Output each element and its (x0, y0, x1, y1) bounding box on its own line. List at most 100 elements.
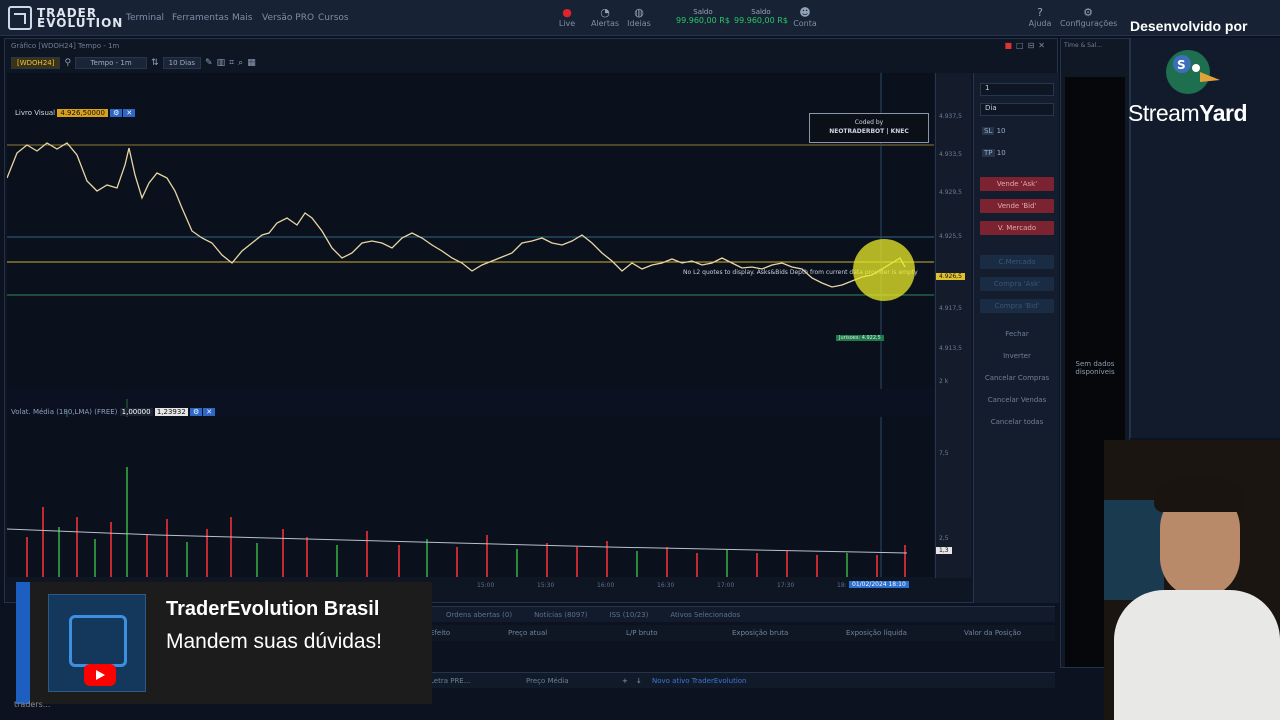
settings-label: Configurações (1060, 19, 1118, 28)
y2-tick: 2,5 (939, 535, 949, 542)
chart-type-icon[interactable]: ⇅ (151, 58, 159, 68)
webcam-feed (1104, 440, 1280, 720)
buy-ask-button[interactable]: Compra 'Ask' (980, 277, 1054, 291)
tp-field[interactable]: TP 10 (982, 149, 1006, 157)
balance-1-label: Saldo (693, 8, 713, 16)
live-label: Live (558, 19, 576, 28)
col-header[interactable]: Efeito (430, 625, 450, 641)
indicators-icon[interactable]: ▥ (217, 58, 226, 68)
col-header[interactable]: Valor da Posição (964, 625, 1021, 641)
buy-bid-button[interactable]: Compra 'Bid' (980, 299, 1054, 313)
bell-icon: ◔ (600, 6, 610, 19)
positions-header: Efeito Preço atual L/P bruto Exposição b… (430, 625, 1055, 641)
new-asset-link[interactable]: Novo ativo TraderEvolution (652, 673, 746, 689)
zoom-icon[interactable]: ⌕ (238, 58, 243, 68)
reverse-button[interactable]: Inverter (980, 349, 1054, 363)
x-tick: 16:00 (597, 582, 615, 589)
livro-label: Livro Visual (15, 109, 56, 117)
volatility-plot[interactable] (6, 417, 934, 577)
sl-field[interactable]: SL 10 (982, 127, 1006, 135)
sell-market-button[interactable]: V. Mercado (980, 221, 1054, 235)
add-icon[interactable]: + (622, 673, 628, 689)
livro-visual[interactable]: Livro Visual 4.926,50000 ⚙ ✕ (15, 109, 136, 117)
quantity-stepper[interactable]: 1 (980, 83, 1054, 96)
settings-button[interactable]: ⚙ Configurações (1060, 6, 1118, 28)
tab-news[interactable]: Notícias (8097) (534, 607, 587, 622)
no-data-message: Sem dados disponíveis (1075, 360, 1115, 376)
price-plot[interactable]: Livro Visual 4.926,50000 ⚙ ✕ Coded by NEOT… (6, 73, 934, 439)
live-button[interactable]: ● Live (552, 6, 582, 28)
indicator-legend[interactable]: Volat. Média (180,LMA) (FREE) 1,00000 1,… (11, 408, 216, 416)
draw-icon[interactable]: ✎ (205, 58, 213, 68)
sell-ask-button[interactable]: Vende 'Ask' (980, 177, 1054, 191)
overlay-accent (16, 582, 30, 704)
nav-cursos[interactable]: Cursos (318, 13, 349, 23)
top-bar: TRADER EVOLUTION Terminal Ferramentas Mai… (0, 0, 1280, 36)
help-button[interactable]: ? Ajuda (1025, 6, 1055, 28)
layout-icon[interactable]: ▦ (247, 58, 256, 68)
user-icon: ☻ (799, 6, 811, 19)
account-button[interactable]: ☻ Conta (790, 6, 820, 28)
channel-logo-icon (69, 615, 127, 667)
far-right-panel (1130, 38, 1280, 438)
col-header[interactable]: Preço atual (508, 625, 547, 641)
sl-value: 10 (996, 127, 1006, 135)
price-tag: 4.926,5 (936, 273, 965, 280)
link-icon[interactable]: ⚲ (64, 58, 71, 68)
gear-icon: ⚙ (1083, 6, 1093, 19)
col-header[interactable]: Exposição líquida (846, 625, 907, 641)
sell-bid-button[interactable]: Vende 'Bid' (980, 199, 1054, 213)
nav-mais[interactable]: Mais (232, 13, 252, 23)
close-icon: ✕ (1038, 41, 1049, 50)
balance-2: Saldo 99.960,00 R$ (734, 8, 788, 25)
balance-2-label: Saldo (751, 8, 771, 16)
ideas-button[interactable]: ◍ Ideias (624, 6, 654, 28)
window-controls[interactable]: ■□⊟✕ (1004, 41, 1049, 50)
buy-market-button[interactable]: C.Mercado (980, 255, 1054, 269)
youtube-play-icon[interactable] (84, 664, 116, 686)
price-series (6, 142, 906, 288)
coded-by-box: Coded by NEOTRADERBOT | KNEC (809, 113, 929, 143)
cancel-sells-button[interactable]: Cancelar Vendas (980, 393, 1054, 407)
x-tick: 16:30 (657, 582, 675, 589)
cancel-all-button[interactable]: Cancelar todas (980, 415, 1054, 429)
tools-icon[interactable]: ⌗ (229, 58, 234, 68)
tif-select[interactable]: Dia (980, 103, 1054, 116)
y2-tick: 7,5 (939, 450, 949, 457)
close-small-icon[interactable]: ✕ (123, 109, 136, 117)
alerts-label: Alertas (590, 19, 620, 28)
indicator-settings-icon[interactable]: ⚙ (190, 408, 203, 416)
nav-versao-pro[interactable]: Versão PRO (262, 13, 314, 23)
time-sales-title: Time & Sal... (1064, 42, 1103, 49)
app-logo[interactable]: TRADER EVOLUTION (8, 5, 123, 31)
nav-terminal[interactable]: Terminal (126, 13, 164, 23)
symbol-button[interactable]: [WDOH24] (11, 57, 61, 69)
y-axis: 4.937,5 4.933,5 4.929,5 4.925,5 4.926,5 … (935, 73, 971, 578)
crosshair-date-tag: 01/02/2024 18:10 (849, 581, 909, 588)
close-position-button[interactable]: Fechar (980, 327, 1054, 341)
overlay-bottom-text: traders... (14, 700, 51, 709)
streamyard-stream: Stream (1128, 100, 1200, 126)
cancel-buys-button[interactable]: Cancelar Compras (980, 371, 1054, 385)
y-tick: 4.937,5 (939, 113, 962, 120)
record-icon: ■ (1004, 41, 1017, 50)
nav-ferramentas[interactable]: Ferramentas (172, 13, 229, 23)
col-header[interactable]: L/P bruto (626, 625, 658, 641)
tab-iss[interactable]: ISS (10/23) (610, 607, 649, 622)
tab-open-orders[interactable]: Ordens abertas (0) (446, 607, 512, 622)
bottom-tabs: Ordens abertas (0) Notícias (8097) ISS (… (430, 606, 1055, 622)
bottom-bar: Letra PRE... Preço Média + ↓ Novo ativo … (430, 672, 1055, 688)
settings-small-icon[interactable]: ⚙ (110, 109, 123, 117)
indicator-value-2: 1,23932 (154, 408, 188, 416)
tab-selected-assets[interactable]: Ativos Selecionados (670, 607, 740, 622)
youtube-overlay-card[interactable]: TraderEvolution Brasil Mandem suas dúvid… (16, 582, 432, 704)
col-header[interactable]: Exposição bruta (732, 625, 788, 641)
tp-label: TP (982, 149, 995, 157)
period-select[interactable]: Tempo - 1m (75, 57, 148, 69)
streamyard-duck-icon: S (1166, 50, 1220, 94)
download-icon[interactable]: ↓ (636, 673, 642, 689)
streamyard-logo: StreamYard (1128, 100, 1248, 127)
indicator-close-icon[interactable]: ✕ (203, 408, 216, 416)
range-select[interactable]: 10 Dias (162, 57, 202, 69)
alerts-button[interactable]: ◔ Alertas (590, 6, 620, 28)
